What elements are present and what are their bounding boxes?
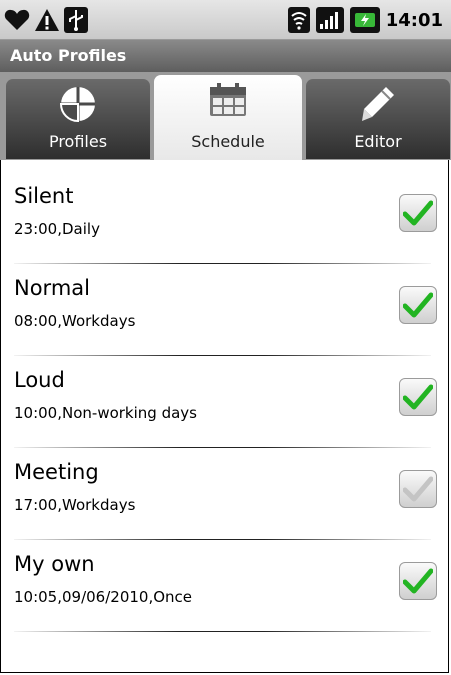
- app-title: Auto Profiles: [10, 46, 127, 65]
- schedule-details: 17:00,Workdays: [14, 496, 136, 514]
- tab-label: Schedule: [191, 132, 265, 151]
- enabled-checkbox[interactable]: [399, 562, 437, 600]
- status-bar: 14:01: [0, 0, 451, 40]
- warning-icon: [34, 8, 60, 32]
- enabled-checkbox-disabled[interactable]: [399, 470, 437, 508]
- pencil-icon: [360, 86, 396, 122]
- enabled-checkbox[interactable]: [399, 194, 437, 232]
- profile-name: Loud: [14, 368, 65, 392]
- schedule-details: 10:05,09/06/2010,Once: [14, 588, 193, 606]
- schedule-details: 10:00,Non-working days: [14, 404, 197, 422]
- status-time: 14:01: [385, 9, 443, 31]
- checkmark-icon: [403, 476, 433, 502]
- signal-icon: [315, 7, 344, 33]
- enabled-checkbox[interactable]: [399, 378, 437, 416]
- tab-profiles[interactable]: Profiles: [6, 79, 150, 159]
- profile-name: Meeting: [14, 460, 99, 484]
- checkmark-icon: [403, 568, 433, 594]
- tab-strip: Profiles Schedule Editor: [0, 72, 451, 160]
- heart-icon: [4, 8, 30, 32]
- list-item[interactable]: Loud 10:00,Non-working days: [0, 356, 451, 448]
- profile-name: My own: [14, 552, 95, 576]
- profile-name: Normal: [14, 276, 90, 300]
- list-item[interactable]: Meeting 17:00,Workdays: [0, 448, 451, 540]
- calendar-icon: [208, 82, 248, 118]
- list-item[interactable]: Normal 08:00,Workdays: [0, 264, 451, 356]
- schedule-details: 08:00,Workdays: [14, 312, 136, 330]
- schedule-details: 23:00,Daily: [14, 220, 100, 238]
- tab-label: Profiles: [48, 132, 108, 151]
- battery-charging-icon: [349, 7, 380, 33]
- schedule-list: Silent 23:00,Daily Normal 08:00,Workdays…: [0, 172, 451, 632]
- list-item[interactable]: My own 10:05,09/06/2010,Once: [0, 540, 451, 632]
- checkmark-icon: [403, 292, 433, 318]
- tab-editor[interactable]: Editor: [306, 79, 450, 159]
- divider: [14, 631, 431, 632]
- usb-icon: [64, 7, 88, 33]
- enabled-checkbox[interactable]: [399, 286, 437, 324]
- profiles-pie-icon: [58, 86, 98, 123]
- checkmark-icon: [403, 200, 433, 226]
- wifi-icon: [287, 7, 310, 33]
- checkmark-icon: [403, 384, 433, 410]
- list-item[interactable]: Silent 23:00,Daily: [0, 172, 451, 264]
- profile-name: Silent: [14, 184, 74, 208]
- tab-schedule[interactable]: Schedule: [154, 75, 302, 160]
- tab-label: Editor: [354, 132, 402, 151]
- app-title-bar: Auto Profiles: [0, 40, 451, 72]
